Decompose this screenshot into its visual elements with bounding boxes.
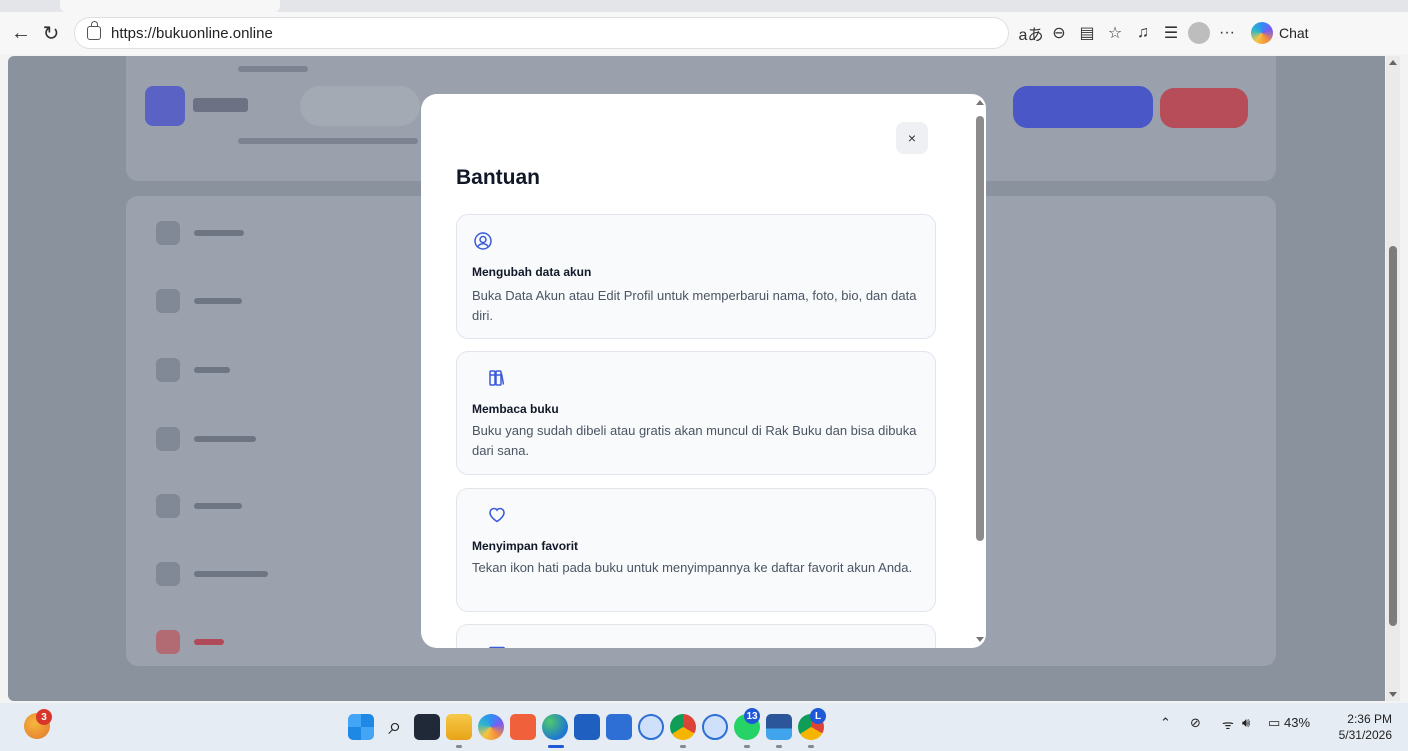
dimmed-logo <box>145 86 185 126</box>
app-icon[interactable] <box>606 714 632 740</box>
scroll-down-icon[interactable] <box>976 637 984 642</box>
refresh-button[interactable]: ↻ <box>36 18 66 48</box>
dimmed-button <box>1160 88 1248 128</box>
media-control-icon[interactable]: ♫ <box>1129 19 1157 47</box>
battery-icon[interactable]: ▭ <box>1268 715 1280 731</box>
more-menu-icon[interactable]: ··· <box>1213 19 1241 47</box>
user-circle-icon <box>474 232 492 250</box>
scroll-thumb[interactable] <box>1389 246 1397 626</box>
zoom-icon[interactable]: ⊖ <box>1045 19 1073 47</box>
modal-scrollbar[interactable] <box>972 94 986 648</box>
mail-icon <box>488 646 506 648</box>
page-viewport: × Bantuan Mengubah data akun Buka Data A… <box>8 56 1385 701</box>
tab-strip <box>0 0 1408 12</box>
windows-taskbar: 3 ⌕ 13 L ⌃ ⊘ ᯤ 🔊︎ ▭ 43% 2:36 PM 5/31/202… <box>0 703 1408 751</box>
file-explorer-icon[interactable] <box>446 714 472 740</box>
help-card-account: Mengubah data akun Buka Data Akun atau E… <box>456 214 936 339</box>
card-description: Buku yang sudah dibeli atau gratis akan … <box>472 423 917 458</box>
cloud-off-icon[interactable]: ⊘ <box>1190 715 1201 731</box>
scroll-up-icon[interactable] <box>1389 60 1397 65</box>
copilot-icon <box>1251 22 1273 44</box>
dimmed-search <box>300 86 420 126</box>
card-title: Mengubah data akun <box>472 265 592 279</box>
running-indicator <box>680 745 686 748</box>
dimmed-button <box>1013 86 1153 128</box>
help-card-reading: Membaca buku Buku yang sudah dibeli atau… <box>456 351 936 475</box>
office-app-icon[interactable] <box>510 714 536 740</box>
dimmed-text <box>238 138 418 144</box>
modal-title: Bantuan <box>456 166 540 189</box>
chrome-badge: L <box>810 708 826 724</box>
weather-badge: 3 <box>36 709 52 725</box>
scroll-down-icon[interactable] <box>1389 692 1397 697</box>
site-info-icon[interactable] <box>87 21 101 40</box>
start-button[interactable] <box>348 714 374 740</box>
card-description: Buka Data Akun atau Edit Profil untuk me… <box>472 288 917 323</box>
help-card-contact <box>456 624 936 648</box>
battery-percent: 43% <box>1284 715 1311 730</box>
url-text: https://bukuonline.online <box>111 24 273 42</box>
profile-avatar[interactable] <box>1185 19 1213 47</box>
toolbar-icons: aあ ⊖ ▤ ☆ ♫ ☰ ··· <box>1017 19 1241 47</box>
wifi-icon[interactable]: ᯤ <box>1222 715 1234 733</box>
card-title: Membaca buku <box>472 402 559 416</box>
task-view-icon[interactable] <box>414 714 440 740</box>
store-icon[interactable] <box>574 714 600 740</box>
whatsapp-badge: 13 <box>744 708 760 724</box>
page-scrollbar[interactable] <box>1386 56 1400 701</box>
favorite-star-icon[interactable]: ☆ <box>1101 19 1129 47</box>
running-indicator <box>456 745 462 748</box>
clock[interactable]: 2:36 PM 5/31/2026 <box>1322 711 1392 743</box>
active-tab[interactable] <box>60 0 280 12</box>
copilot-chat-button[interactable]: Chat <box>1251 22 1309 44</box>
active-indicator <box>548 745 564 748</box>
app-a-icon[interactable] <box>638 714 664 740</box>
back-button[interactable]: ← <box>6 18 36 48</box>
time-text: 2:36 PM <box>1347 712 1392 726</box>
address-bar[interactable]: https://bukuonline.online <box>74 17 1009 49</box>
chat-label: Chat <box>1279 25 1309 41</box>
word-icon[interactable] <box>766 714 792 740</box>
translate-icon[interactable]: aあ <box>1017 19 1045 47</box>
dimmed-logo-text <box>193 98 248 112</box>
chrome-icon[interactable] <box>670 714 696 740</box>
help-modal: × Bantuan Mengubah data akun Buka Data A… <box>421 94 972 648</box>
help-card-favorites: Menyimpan favorit Tekan ikon hati pada b… <box>456 488 936 612</box>
browser-toolbar: ← ↻ https://bukuonline.online aあ ⊖ ▤ ☆ ♫… <box>0 12 1408 54</box>
app-a-icon[interactable] <box>702 714 728 740</box>
edge-browser-icon[interactable] <box>542 714 568 740</box>
close-button[interactable]: × <box>896 122 928 154</box>
card-title: Menyimpan favorit <box>472 539 579 553</box>
heart-icon <box>489 507 505 523</box>
running-indicator <box>776 745 782 748</box>
dimmed-text <box>238 66 308 72</box>
scroll-thumb[interactable] <box>976 116 984 541</box>
favorites-list-icon[interactable]: ☰ <box>1157 19 1185 47</box>
copilot-app-icon[interactable] <box>478 714 504 740</box>
chevron-up-icon[interactable]: ⌃ <box>1160 715 1171 731</box>
close-icon: × <box>907 130 917 146</box>
reader-mode-icon[interactable]: ▤ <box>1073 19 1101 47</box>
scroll-up-icon[interactable] <box>976 100 984 105</box>
books-icon <box>489 370 505 386</box>
search-icon[interactable]: ⌕ <box>382 714 408 740</box>
date-text: 5/31/2026 <box>1338 728 1392 742</box>
card-description: Tekan ikon hati pada buku untuk menyimpa… <box>472 560 913 575</box>
volume-icon[interactable]: 🔊︎ <box>1242 715 1250 731</box>
running-indicator <box>808 745 814 748</box>
running-indicator <box>744 745 750 748</box>
